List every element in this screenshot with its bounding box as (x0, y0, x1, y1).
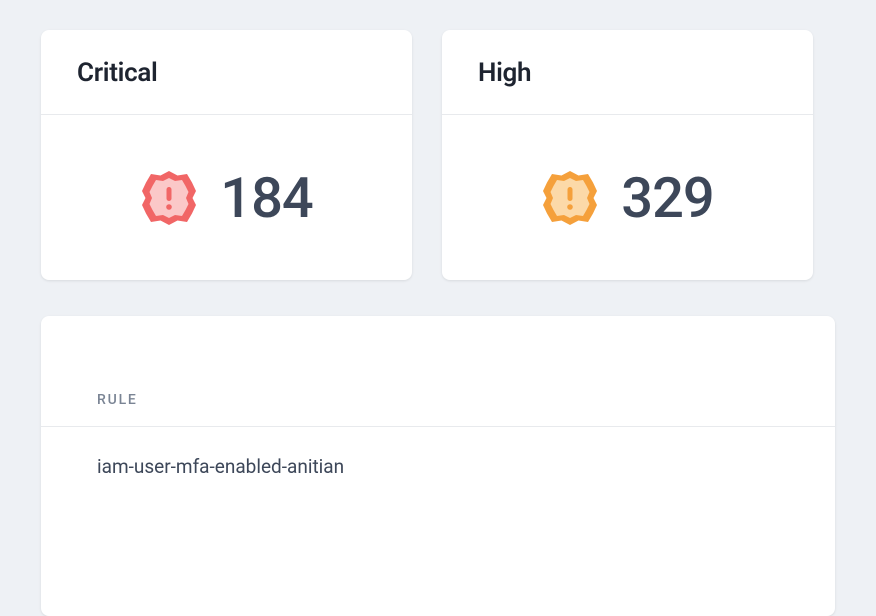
table-header: RULE (41, 316, 835, 427)
critical-card[interactable]: Critical 184 (41, 30, 412, 280)
card-body: 184 (41, 115, 412, 280)
card-body: 329 (442, 115, 813, 280)
critical-count: 184 (220, 165, 312, 231)
stat-cards-row: Critical 184 High (0, 0, 876, 280)
table-row[interactable]: iam-user-mfa-enabled-anitian (41, 427, 835, 506)
card-header: High (442, 30, 813, 115)
card-title: High (478, 58, 777, 88)
critical-badge-icon (140, 169, 198, 227)
rules-table-card: RULE iam-user-mfa-enabled-anitian (41, 316, 835, 616)
rule-name-cell: iam-user-mfa-enabled-anitian (97, 455, 779, 478)
high-count: 329 (621, 165, 713, 231)
card-header: Critical (41, 30, 412, 115)
rule-column-header: RULE (97, 392, 779, 408)
high-card[interactable]: High 329 (442, 30, 813, 280)
high-badge-icon (541, 169, 599, 227)
card-title: Critical (77, 58, 376, 88)
